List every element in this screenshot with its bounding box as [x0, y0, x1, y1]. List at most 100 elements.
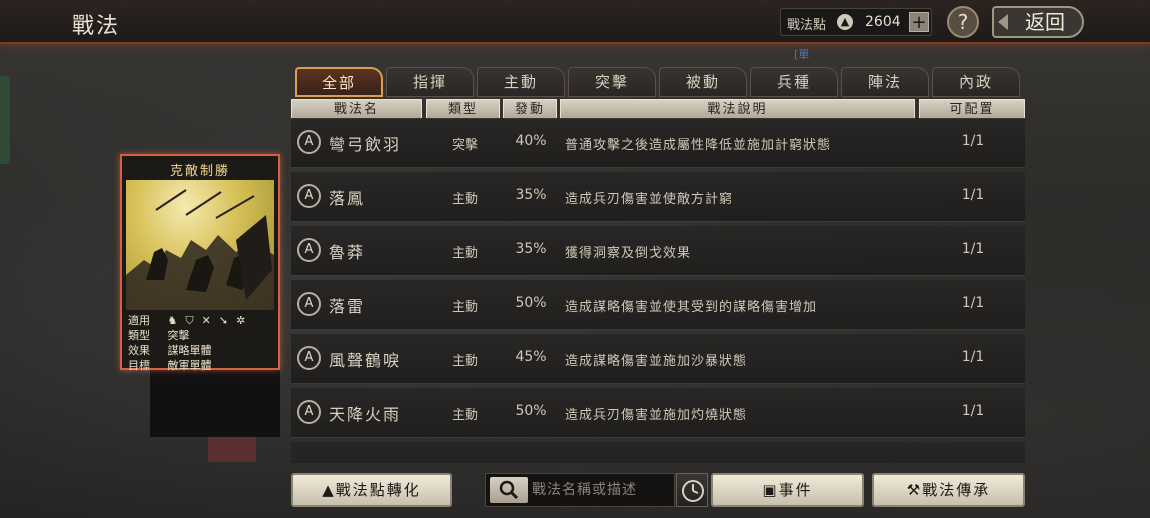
table-row[interactable]: A 風聲鶴唳 主動 45% 造成謀略傷害並施加沙暴狀態 1/1: [291, 334, 1025, 384]
tactic-type: 突擊: [451, 138, 478, 153]
tab-all[interactable]: 全部: [295, 67, 383, 97]
wheel-icon: ✲: [236, 314, 246, 327]
top-bar: 戰法 戰法點 ▲ 2604 + ? 返回: [0, 0, 1150, 44]
crossbow-icon: ✕: [201, 314, 211, 327]
search-box: [485, 473, 675, 507]
tactic-name: 彎弓飲羽: [329, 135, 402, 154]
table-row[interactable]: A 落雷 主動 50% 造成謀略傷害並使其受到的謀略傷害增加 1/1: [291, 280, 1025, 330]
tactic-config: 1/1: [961, 187, 985, 203]
tactic-desc: 造成謀略傷害並使其受到的謀略傷害增加: [565, 300, 818, 315]
tactic-card[interactable]: 克敵制勝 適用 ♞ ⛉ ✕ ➘ ✲ 類型 突擊 效果 謀略單體 目標 敵軍單體: [120, 154, 280, 372]
column-header-name[interactable]: 戰法名: [291, 99, 422, 119]
tactic-type: 主動: [451, 354, 478, 369]
flame-icon: ▲: [322, 481, 336, 499]
search-button[interactable]: [490, 477, 528, 503]
column-header-config[interactable]: 可配置: [919, 99, 1025, 119]
back-label: 返回: [1025, 10, 1065, 34]
tactic-config: 1/1: [961, 403, 985, 419]
tactic-config: 1/1: [961, 133, 985, 149]
tactic-rate: 40%: [515, 133, 547, 149]
convert-points-button[interactable]: ▲戰法點轉化: [291, 473, 452, 507]
card-row-effect: 效果 謀略單體: [128, 342, 276, 357]
inherit-label: 戰法傳承: [922, 481, 991, 499]
points-value: 2604: [865, 14, 901, 30]
card-info: 適用 ♞ ⛉ ✕ ➘ ✲ 類型 突擊 效果 謀略單體 目標 敵軍單體: [128, 312, 276, 372]
tab-command[interactable]: 指揮: [386, 67, 474, 97]
card-art-image: [126, 180, 274, 310]
event-button[interactable]: ▣事件: [711, 473, 864, 507]
tiny-mark: [單: [794, 48, 810, 61]
tactic-rate: 50%: [515, 295, 547, 311]
card-stack-edge: [208, 437, 256, 462]
tactic-list[interactable]: A 彎弓飲羽 突擊 40% 普通攻擊之後造成屬性降低並施加計窮狀態 1/1 A …: [291, 118, 1025, 463]
tab-assault[interactable]: 突擊: [568, 67, 656, 97]
side-tab[interactable]: [0, 76, 10, 164]
grade-badge: A: [297, 184, 321, 208]
tab-passive[interactable]: 被動: [659, 67, 747, 97]
tactic-rate: 45%: [515, 349, 547, 365]
card-row-value: 敵軍單體: [167, 359, 212, 372]
search-icon: [499, 480, 519, 500]
tactic-points-display: 戰法點 ▲ 2604 +: [780, 8, 932, 36]
convert-label: 戰法點轉化: [335, 481, 421, 499]
tactic-type: 主動: [451, 246, 478, 261]
tactic-desc: 普通攻擊之後造成屬性降低並施加計窮狀態: [565, 138, 832, 153]
category-tabs: 全部 指揮 主動 突擊 被動 兵種 陣法 內政: [293, 67, 1023, 97]
tactic-name: 天降火雨: [329, 405, 402, 424]
event-label: 事件: [778, 481, 813, 499]
grade-badge: A: [297, 346, 321, 370]
grade-badge: A: [297, 130, 321, 154]
tab-troop[interactable]: 兵種: [750, 67, 838, 97]
tactic-name: 魯莽: [329, 243, 366, 262]
shield-icon: ⛉: [185, 314, 194, 327]
tactic-config: 1/1: [961, 349, 985, 365]
card-row-key: 目標: [128, 359, 150, 372]
column-header-rate[interactable]: 發動: [503, 99, 557, 119]
tactic-rate: 50%: [515, 403, 547, 419]
table-row[interactable]: A 天降火雨 主動 50% 造成兵刃傷害並施加灼燒狀態 1/1: [291, 388, 1025, 438]
tab-formation[interactable]: 陣法: [841, 67, 929, 97]
spear-icon: ➘: [218, 314, 229, 327]
tactic-rate: 35%: [515, 241, 547, 257]
grade-badge: A: [297, 400, 321, 424]
card-row-apply: 適用 ♞ ⛉ ✕ ➘ ✲: [128, 312, 276, 327]
card-row-type: 類型 突擊: [128, 327, 276, 342]
column-header-desc: 戰法說明: [560, 99, 915, 119]
table-row-partial[interactable]: [291, 442, 1025, 463]
tactic-name: 落鳳: [329, 189, 366, 208]
back-button[interactable]: 返回: [992, 6, 1084, 38]
history-button[interactable]: [676, 473, 708, 507]
table-row[interactable]: A 彎弓飲羽 突擊 40% 普通攻擊之後造成屬性降低並施加計窮狀態 1/1: [291, 118, 1025, 168]
clock-icon: [682, 480, 704, 502]
tactic-config: 1/1: [961, 241, 985, 257]
tactic-type: 主動: [451, 192, 478, 207]
event-icon: ▣: [762, 481, 779, 499]
grade-badge: A: [297, 238, 321, 262]
grade-badge: A: [297, 292, 321, 316]
tactic-type: 主動: [451, 300, 478, 315]
tactic-rate: 35%: [515, 187, 547, 203]
card-row-key: 效果: [128, 344, 150, 357]
tactic-type: 主動: [451, 408, 478, 423]
tactic-name: 風聲鶴唳: [329, 351, 402, 370]
search-input[interactable]: [532, 478, 670, 502]
tactic-config: 1/1: [961, 295, 985, 311]
tab-internal[interactable]: 內政: [932, 67, 1020, 97]
table-row[interactable]: A 魯莽 主動 35% 獲得洞察及倒戈效果 1/1: [291, 226, 1025, 276]
help-button[interactable]: ?: [947, 6, 979, 38]
inherit-button[interactable]: ⚒戰法傳承: [872, 473, 1025, 507]
column-header-type[interactable]: 類型: [426, 99, 500, 119]
table-row[interactable]: A 落鳳 主動 35% 造成兵刃傷害並使敵方計窮 1/1: [291, 172, 1025, 222]
apply-icons: ♞ ⛉ ✕ ➘ ✲: [168, 314, 254, 327]
card-row-key: 類型: [128, 329, 150, 342]
card-stack-shadow: [150, 365, 280, 437]
add-points-button[interactable]: +: [909, 12, 929, 32]
tactic-name: 落雷: [329, 297, 366, 316]
card-row-value: 突擊: [167, 329, 190, 342]
points-label: 戰法點: [787, 18, 827, 33]
flame-icon: ▲: [837, 14, 853, 30]
tab-active[interactable]: 主動: [477, 67, 565, 97]
tactic-desc: 造成兵刃傷害並使敵方計窮: [565, 192, 734, 207]
page-title: 戰法: [72, 14, 121, 39]
card-row-value: 謀略單體: [167, 344, 212, 357]
